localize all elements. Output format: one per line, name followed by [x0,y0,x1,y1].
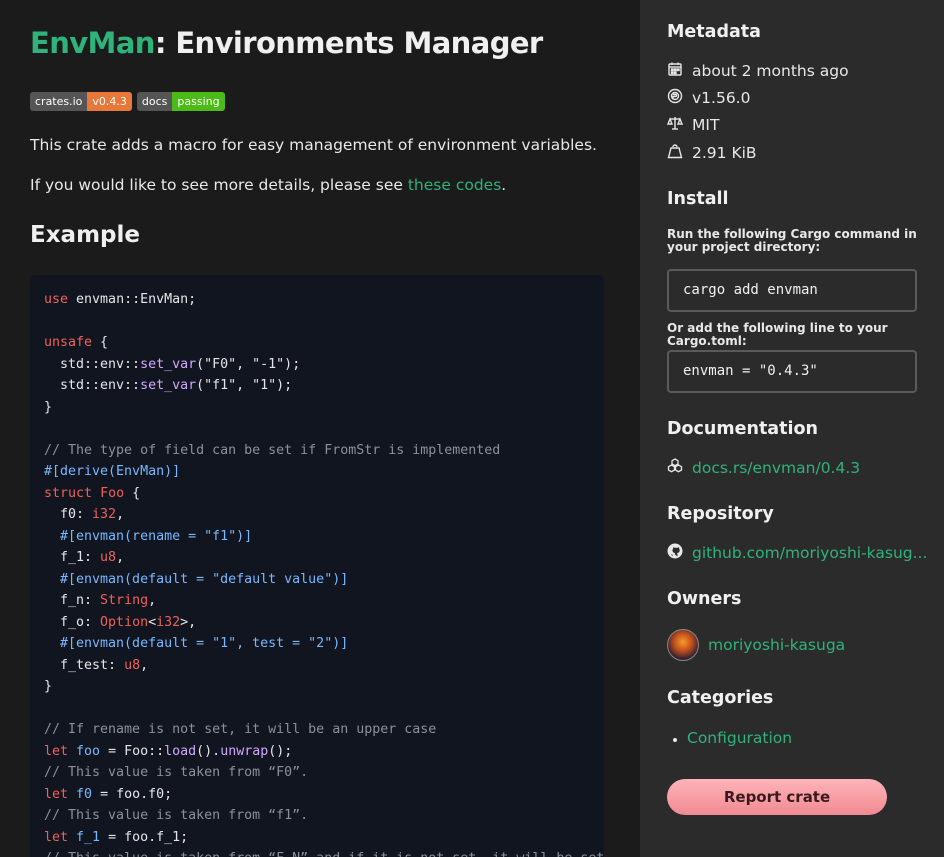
code-line: use envman::EnvMan; [44,292,197,307]
code-line: let foo = Foo::load().unwrap(); [44,743,293,759]
badge-value: v0.4.3 [87,92,132,111]
code-line: f0: i32, [44,507,125,522]
code-line: struct Foo { [44,485,141,501]
crates-io-badge[interactable]: crates.io v0.4.3 [30,92,132,111]
code-line: f_1: u8, [44,550,125,565]
code-line: f_test: u8, [44,657,149,673]
badge-label: docs [136,92,173,111]
details-text: If you would like to see more details, p… [30,176,506,194]
weight-icon [667,143,683,163]
code-line: // This value is taken from “f1”. [44,808,309,823]
updated-row: about 2 months ago [667,61,849,81]
code-line: } [44,679,53,694]
avatar[interactable] [667,629,699,661]
code-line: #[envman(default = "1", test = "2")] [44,636,349,651]
owners-heading: Owners [667,589,742,609]
code-line: } [44,399,53,415]
owner-row: moriyoshi-kasuga [667,629,845,661]
intro-text: This crate adds a macro for easy managem… [30,136,597,154]
badge-label: crates.io [30,92,88,111]
updated-text: about 2 months ago [692,62,849,80]
code-line: let f0 = foo.f0; [44,786,173,802]
code-line: unsafe { [44,335,109,350]
rust-version-row: v1.56.0 [667,88,750,108]
code-line: #[envman(default = "default value")] [44,571,349,587]
install-command-box[interactable]: cargo add envman [667,269,917,312]
license-row: MIT [666,115,720,135]
code-line: #[derive(EnvMan)] [44,464,181,479]
code-line: // If rename is not set, it will be an u… [44,722,437,737]
repo-row: github.com/moriyoshi-kasug... [667,543,927,563]
repository-heading: Repository [667,504,774,524]
sidebar: Metadata about 2 months ago v1.56.0 MIT … [640,0,944,857]
documentation-heading: Documentation [667,419,818,439]
license-text: MIT [692,116,720,134]
code-line: #[envman(rename = "f1")] [44,528,253,544]
install-heading: Install [667,189,729,209]
repo-link[interactable]: github.com/moriyoshi-kasug... [692,544,927,562]
code-line: let f_1 = foo.f_1; [44,829,189,845]
scale-icon [666,115,684,135]
categories-heading: Categories [667,688,774,708]
these-codes-link[interactable]: these codes [408,176,501,194]
report-crate-button[interactable]: Report crate [667,779,887,815]
code-line: // This value is taken from “F_N” and if… [44,848,604,857]
code-line: // The type of field can be set if FromS… [44,442,501,458]
example-heading: Example [30,222,140,248]
calendar-icon [667,61,683,81]
badge-value: passing [172,92,225,111]
docs-link[interactable]: docs.rs/envman/0.4.3 [692,459,860,477]
toml-hint: Or add the following line to your Cargo.… [667,321,888,348]
code-line: std::env::set_var("F0", "-1"); [44,356,301,372]
code-block: use envman::EnvMan; unsafe { std::env::s… [30,275,604,857]
crate-subtitle: : Environments Manager [154,26,543,60]
category-bullet [673,738,677,742]
docs-rs-icon [667,458,683,478]
category-row: Configuration [687,729,792,747]
main-content: EnvMan: Environments Manager crates.io v… [0,0,640,857]
page-title: EnvMan: Environments Manager [30,26,543,60]
install-hint: Run the following Cargo command in your … [667,227,917,254]
rust-icon [667,88,683,108]
crate-name: EnvMan [30,26,155,60]
rust-version-text: v1.56.0 [692,89,751,107]
details-suffix: . [501,176,507,194]
size-text: 2.91 KiB [692,144,757,162]
docs-badge[interactable]: docs passing [136,92,225,111]
code-line: // This value is taken from “F0”. [44,765,309,780]
code-line: std::env::set_var("f1", "1"); [44,378,293,393]
category-link[interactable]: Configuration [687,729,792,747]
code-line: f_o: Option<i32>, [44,614,197,630]
code-line: f_n: String, [44,593,157,608]
owner-link[interactable]: moriyoshi-kasuga [708,636,845,654]
docs-row: docs.rs/envman/0.4.3 [667,458,860,478]
metadata-heading: Metadata [667,22,761,42]
details-prefix: If you would like to see more details, p… [30,176,408,194]
toml-line-box[interactable]: envman = "0.4.3" [667,350,917,393]
github-icon [667,543,683,563]
size-row: 2.91 KiB [667,143,757,163]
badges: crates.io v0.4.3 docs passing [30,92,225,111]
